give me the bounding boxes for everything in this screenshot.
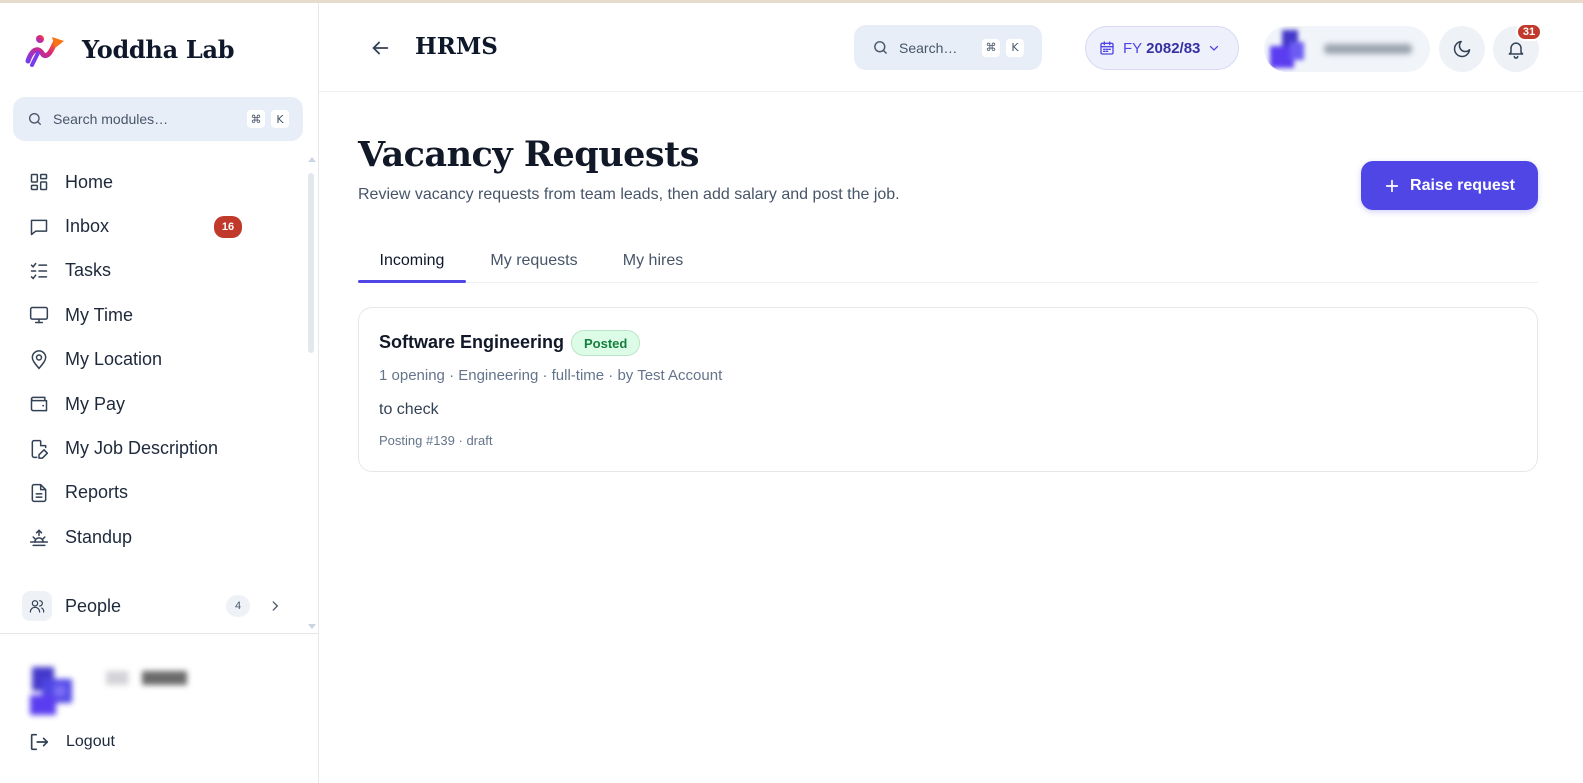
sidebar-item-label: Home	[65, 171, 114, 192]
user-name-redacted	[106, 671, 196, 685]
sidebar-item-label: My Location	[65, 349, 163, 370]
raise-request-button[interactable]: Raise request	[1361, 161, 1538, 210]
page-title: Vacancy Requests	[358, 134, 700, 175]
vacancy-request-card[interactable]: Software Engineering Posted 1 opening · …	[358, 307, 1538, 472]
request-note: to check	[379, 401, 439, 418]
logout-icon	[30, 733, 49, 751]
plus-icon	[1385, 179, 1399, 192]
sidebar-item-label: My Time	[65, 304, 134, 325]
sidebar-item-my-time[interactable]: My Time	[22, 293, 292, 337]
shortcut-k-key: K	[271, 110, 289, 128]
module-search-placeholder: Search modules…	[53, 111, 169, 127]
module-search-input[interactable]: Search modules… ⌘ K	[13, 97, 303, 141]
sidebar-item-label: My Job Description	[65, 438, 219, 459]
sidebar-scrollbar-thumb[interactable]	[308, 173, 314, 353]
sidebar-item-tasks[interactable]: Tasks	[22, 249, 292, 293]
moon-icon	[1453, 40, 1471, 58]
sidebar-nav: Home Inbox 16 Tasks My Time My Location …	[22, 160, 292, 560]
avatar	[1270, 30, 1304, 68]
sidebar-item-inbox[interactable]: Inbox 16	[22, 204, 292, 248]
sidebar-item-label: Standup	[65, 526, 133, 547]
search-icon	[29, 113, 41, 125]
raise-request-label: Raise request	[1410, 176, 1515, 194]
users-icon	[22, 591, 52, 621]
brand[interactable]: Yoddha Lab	[24, 31, 234, 67]
bell-icon	[1508, 42, 1524, 59]
current-user[interactable]	[28, 665, 208, 719]
request-title: Software Engineering	[379, 332, 565, 352]
notification-count-badge: 31	[1516, 23, 1542, 41]
message-icon	[28, 216, 50, 238]
sidebar-item-label: My Pay	[65, 393, 126, 414]
sidebar-item-home[interactable]: Home	[22, 160, 292, 204]
module-title: HRMS	[415, 33, 498, 60]
sidebar-divider	[0, 633, 318, 634]
theme-toggle-button[interactable]	[1439, 26, 1485, 72]
people-count-badge: 4	[226, 595, 250, 617]
tab-my-hires[interactable]: My hires	[606, 240, 700, 282]
map-pin-icon	[28, 349, 50, 371]
tab-incoming[interactable]: Incoming	[358, 240, 466, 283]
tab-bar: Incoming My requests My hires	[358, 240, 1538, 283]
grid-icon	[28, 171, 50, 193]
profile-name-redacted	[1324, 44, 1412, 54]
sidebar-group-label: People	[65, 595, 122, 616]
profile-menu[interactable]	[1264, 26, 1430, 72]
wallet-icon	[28, 393, 50, 415]
sidebar-item-standup[interactable]: Standup	[22, 515, 292, 559]
document-icon	[28, 482, 50, 504]
monitor-icon	[28, 304, 50, 326]
back-arrow-icon[interactable]	[369, 37, 391, 59]
sidebar-item-label: Inbox	[65, 216, 110, 237]
scrollbar-down-arrow[interactable]	[308, 624, 316, 629]
file-edit-icon	[28, 438, 50, 460]
checklist-icon	[28, 260, 50, 282]
search-icon	[874, 41, 887, 54]
shortcut-cmd-key: ⌘	[982, 38, 1000, 57]
sidebar-item-label: Reports	[65, 482, 129, 503]
sidebar-item-my-job-description[interactable]: My Job Description	[22, 426, 292, 470]
top-header: HRMS Search… ⌘ K FY 2082/83 31	[319, 3, 1583, 92]
sidebar: Yoddha Lab Search modules… ⌘ K Home Inbo…	[0, 3, 319, 783]
inbox-count-badge: 16	[214, 215, 242, 238]
sidebar-item-label: Tasks	[65, 260, 112, 281]
avatar	[30, 667, 72, 715]
sidebar-item-reports[interactable]: Reports	[22, 471, 292, 515]
sidebar-item-my-pay[interactable]: My Pay	[22, 382, 292, 426]
fiscal-year-selector[interactable]: FY 2082/83	[1085, 26, 1239, 70]
sunrise-icon	[28, 526, 50, 548]
status-badge: Posted	[571, 330, 641, 356]
brand-logo-icon	[25, 35, 64, 67]
shortcut-cmd-key: ⌘	[247, 110, 265, 128]
fiscal-year-value: 2082/83	[1146, 39, 1201, 57]
tab-my-requests[interactable]: My requests	[480, 240, 588, 282]
chevron-down-icon	[1210, 45, 1219, 51]
scrollbar-up-arrow[interactable]	[308, 157, 316, 162]
sidebar-item-my-location[interactable]: My Location	[22, 338, 292, 382]
request-meta: 1 opening · Engineering · full-time · by…	[379, 367, 723, 384]
logout-button[interactable]: Logout	[28, 731, 115, 753]
shortcut-k-key: K	[1006, 38, 1024, 57]
page-subtitle: Review vacancy requests from team leads,…	[358, 186, 900, 203]
calendar-icon	[1100, 41, 1114, 55]
logout-label: Logout	[66, 733, 115, 750]
global-search-input[interactable]: Search… ⌘ K	[854, 25, 1042, 70]
chevron-right-icon	[272, 601, 279, 611]
request-posting: Posting #139 · draft	[379, 433, 493, 448]
global-search-placeholder: Search…	[899, 39, 958, 56]
brand-name: Yoddha Lab	[82, 34, 235, 64]
sidebar-group-people[interactable]: People 4	[22, 586, 292, 626]
fiscal-year-prefix: FY	[1123, 39, 1143, 57]
